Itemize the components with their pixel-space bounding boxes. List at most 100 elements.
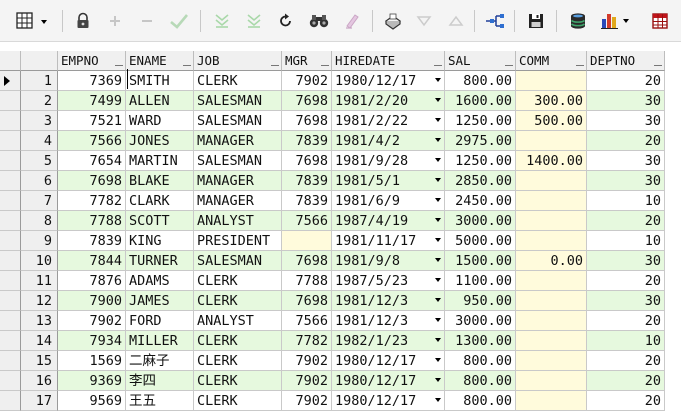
cell-hiredate[interactable]: 1980/12/17 (332, 391, 445, 411)
cell-comm[interactable] (516, 211, 587, 231)
cell-deptno[interactable]: 10 (587, 331, 665, 351)
row-number-cell[interactable]: 6 (21, 171, 58, 191)
cell-sal[interactable]: 3000.00 (445, 211, 516, 231)
row-indicator-cell[interactable] (0, 151, 21, 171)
column-header-ename[interactable]: ENAME (126, 51, 194, 71)
cell-comm[interactable]: 300.00 (516, 91, 587, 111)
tree-view-button[interactable] (482, 10, 508, 32)
cell-ename[interactable]: SCOTT (126, 211, 194, 231)
cell-sal[interactable]: 1500.00 (445, 251, 516, 271)
table-row[interactable]: 16 9369 李四 CLERK 7902 1980/12/17 800.00 20 (0, 371, 681, 391)
cell-job[interactable]: CLERK (194, 351, 282, 371)
query-by-example-button[interactable] (210, 10, 234, 32)
cell-comm[interactable] (516, 351, 587, 371)
date-dropdown-icon[interactable] (435, 198, 441, 202)
cell-sal[interactable]: 3000.00 (445, 311, 516, 331)
remove-record-button[interactable] (136, 10, 158, 32)
cell-empno[interactable]: 7788 (58, 211, 126, 231)
cell-mgr[interactable]: 7698 (282, 291, 332, 311)
row-number-cell[interactable]: 10 (21, 251, 58, 271)
cell-job[interactable]: CLERK (194, 391, 282, 411)
table-row[interactable]: 5 7654 MARTIN SALESMAN 7698 1981/9/28 1250.00 1… (0, 151, 681, 171)
row-indicator-cell[interactable] (0, 311, 21, 331)
row-number-cell[interactable]: 17 (21, 391, 58, 411)
cell-hiredate[interactable]: 1980/12/17 (332, 371, 445, 391)
cell-mgr[interactable] (282, 231, 332, 251)
cell-sal[interactable]: 2975.00 (445, 131, 516, 151)
cell-mgr[interactable]: 7902 (282, 71, 332, 91)
cell-job[interactable]: PRESIDENT (194, 231, 282, 251)
cell-ename[interactable]: FORD (126, 311, 194, 331)
cell-sal[interactable]: 950.00 (445, 291, 516, 311)
cell-deptno[interactable]: 30 (587, 291, 665, 311)
cell-ename[interactable]: 二麻子 (126, 351, 194, 371)
cell-hiredate[interactable]: 1980/12/17 (332, 71, 445, 91)
cell-empno[interactable]: 7876 (58, 271, 126, 291)
last-record-button[interactable] (444, 10, 468, 32)
table-row[interactable]: 15 1569 二麻子 CLERK 7902 1980/12/17 800.00 20 (0, 351, 681, 371)
cell-hiredate[interactable]: 1982/1/23 (332, 331, 445, 351)
cell-empno[interactable]: 7521 (58, 111, 126, 131)
cell-job[interactable]: CLERK (194, 71, 282, 91)
cell-deptno[interactable]: 20 (587, 311, 665, 331)
cell-sal[interactable]: 2450.00 (445, 191, 516, 211)
row-number-cell[interactable]: 12 (21, 291, 58, 311)
cell-sal[interactable]: 1300.00 (445, 331, 516, 351)
cell-ename[interactable]: WARD (126, 111, 194, 131)
cell-mgr[interactable]: 7839 (282, 191, 332, 211)
cell-comm[interactable] (516, 391, 587, 411)
row-indicator-cell[interactable] (0, 291, 21, 311)
cell-ename[interactable]: ALLEN (126, 91, 194, 111)
cell-mgr[interactable]: 7698 (282, 151, 332, 171)
cell-job[interactable]: CLERK (194, 331, 282, 351)
row-number-cell[interactable]: 14 (21, 331, 58, 351)
date-dropdown-icon[interactable] (435, 138, 441, 142)
grid-select-button[interactable] (12, 10, 52, 32)
cell-deptno[interactable]: 20 (587, 211, 665, 231)
table-row[interactable]: 14 7934 MILLER CLERK 7782 1982/1/23 1300.00 10 (0, 331, 681, 351)
add-record-button[interactable] (104, 10, 126, 32)
date-dropdown-icon[interactable] (435, 178, 441, 182)
row-indicator-cell[interactable] (0, 231, 21, 251)
cell-ename[interactable]: JAMES (126, 291, 194, 311)
cell-comm[interactable] (516, 231, 587, 251)
cell-ename[interactable]: KING (126, 231, 194, 251)
row-number-cell[interactable]: 13 (21, 311, 58, 331)
row-indicator-cell[interactable] (0, 71, 21, 91)
cell-mgr[interactable]: 7698 (282, 251, 332, 271)
cell-job[interactable]: SALESMAN (194, 151, 282, 171)
cell-sal[interactable]: 2850.00 (445, 171, 516, 191)
chart-button[interactable] (598, 10, 634, 32)
column-header-sal[interactable]: SAL (445, 51, 516, 71)
table-row[interactable]: 17 9569 王五 CLERK 7902 1980/12/17 800.00 20 (0, 391, 681, 411)
date-dropdown-icon[interactable] (435, 298, 441, 302)
cell-comm[interactable] (516, 191, 587, 211)
cell-job[interactable]: CLERK (194, 371, 282, 391)
row-number-cell[interactable]: 5 (21, 151, 58, 171)
date-dropdown-icon[interactable] (435, 378, 441, 382)
cell-empno[interactable]: 7369 (58, 71, 126, 91)
row-number-cell[interactable]: 8 (21, 211, 58, 231)
cell-job[interactable]: MANAGER (194, 171, 282, 191)
lock-button[interactable] (72, 10, 94, 32)
refresh-button[interactable] (274, 10, 298, 32)
cell-deptno[interactable]: 10 (587, 231, 665, 251)
print-button[interactable] (380, 10, 406, 32)
cell-ename[interactable]: BLAKE (126, 171, 194, 191)
date-dropdown-icon[interactable] (435, 218, 441, 222)
cell-mgr[interactable]: 7902 (282, 391, 332, 411)
cell-hiredate[interactable]: 1981/2/22 (332, 111, 445, 131)
cell-job[interactable]: MANAGER (194, 191, 282, 211)
cell-deptno[interactable]: 20 (587, 131, 665, 151)
cell-empno[interactable]: 7839 (58, 231, 126, 251)
cell-mgr[interactable]: 7839 (282, 131, 332, 151)
row-number-cell[interactable]: 4 (21, 131, 58, 151)
cell-ename[interactable]: SMITH (126, 71, 194, 91)
cell-job[interactable]: ANALYST (194, 311, 282, 331)
date-dropdown-icon[interactable] (435, 118, 441, 122)
table-row[interactable]: 6 7698 BLAKE MANAGER 7839 1981/5/1 2850.00 30 (0, 171, 681, 191)
table-row[interactable]: 12 7900 JAMES CLERK 7698 1981/12/3 950.00 30 (0, 291, 681, 311)
cell-empno[interactable]: 7654 (58, 151, 126, 171)
cell-deptno[interactable]: 30 (587, 171, 665, 191)
cell-sal[interactable]: 1600.00 (445, 91, 516, 111)
